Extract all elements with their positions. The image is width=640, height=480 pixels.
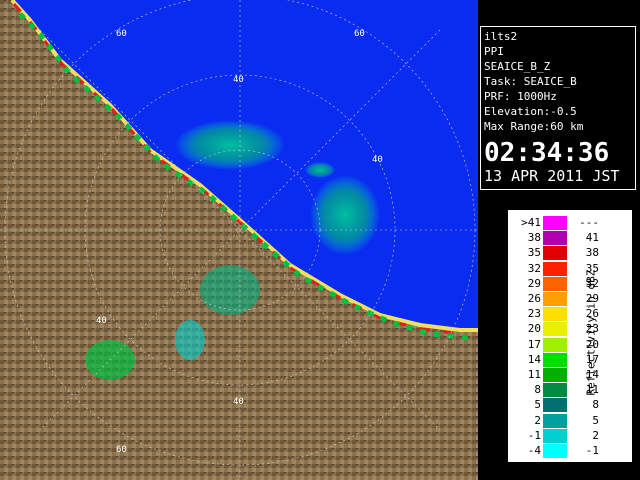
legend-color-swatch [543,231,567,246]
legend-low-value: 11 [527,368,541,381]
legend-color-swatch [543,444,567,458]
legend-high-value: 38 [585,246,599,260]
legend-high-value: 8 [592,398,599,412]
legend-low-value: 32 [527,261,541,275]
legend-high-value: 26 [585,307,599,321]
legend-row: 29 32 [509,276,631,291]
observation-time: 02:34:36 [484,138,610,168]
station-name: ilts2 [484,30,518,43]
task-name: Task: SEAICE_B [484,75,577,88]
elevation-value: Elevation:-0.5 [484,105,577,118]
legend-high-value: -1 [585,444,599,457]
range-label: 60 [116,29,127,39]
legend-row: 17 20 [509,337,631,352]
legend-row: 26 29 [509,291,631,306]
legend-low-value: >41 [521,216,541,229]
legend-row: 32 35 [509,261,631,276]
legend-row: 25 [509,413,631,428]
range-label: 40 [233,397,244,407]
legend-row: -1 2 [509,428,631,443]
legend-row: 11 14 [509,367,631,382]
legend-low-value: 2 [534,413,541,427]
legend-low-value: 14 [527,352,541,366]
radar-ppi-map: 60 60 40 40 40 40 60 [0,0,478,480]
legend-high-value: 17 [585,352,599,366]
range-label: 40 [96,316,107,326]
legend-color-swatch [543,368,567,382]
legend-high-value: --- [579,216,599,229]
sea-echo-2 [310,175,380,255]
legend-row: 23 26 [509,306,631,322]
legend-row: 20 23 [509,321,631,337]
legend-high-value: 23 [585,322,599,336]
legend-color-swatch [543,428,567,443]
range-label: 60 [116,445,127,455]
legend-high-value: 41 [585,231,599,245]
legend-row: 8 11 [509,382,631,398]
max-range-value: Max Range:60 km [484,120,584,133]
land-echo-3 [175,320,205,360]
product-name: SEAICE_B_Z [484,60,551,73]
legend-high-value: 5 [592,413,599,427]
legend-low-value: 26 [527,292,541,305]
legend-high-value: 2 [592,428,599,442]
range-label: 40 [233,75,244,85]
legend-high-value: 29 [585,292,599,305]
legend-color-swatch [543,261,567,276]
legend-high-value: 20 [585,337,599,351]
legend-color-swatch [543,413,567,428]
observation-date: 13 APR 2011 JST [484,167,620,185]
legend-low-value: 17 [527,337,541,351]
legend-color-swatch [543,398,567,413]
legend-low-value: 29 [527,276,541,290]
legend-high-value: 32 [585,276,599,290]
legend-low-value: -1 [527,428,541,442]
legend-low-value: 20 [527,322,541,336]
legend-low-value: 23 [527,307,541,321]
legend-row: >41 --- [509,215,631,230]
legend-color-swatch [543,276,567,291]
legend-color-swatch [543,337,567,352]
sea-echo-1 [175,120,285,170]
legend-color-swatch [543,246,567,261]
legend-low-value: 35 [527,246,541,260]
legend-row: 14 17 [509,352,631,367]
sea-echo-3 [305,162,335,178]
legend-color-swatch [543,307,567,322]
reflectivity-legend: Reflectivity in dBZ >41 --- 38 41 35 38 32 35 29… [508,210,632,462]
radar-info-panel: ilts2 PPI SEAICE_B_Z Task: SEAICE_B PRF:… [480,26,636,190]
scan-mode: PPI [484,45,504,58]
legend-color-swatch [543,216,567,230]
legend-color-swatch [543,292,567,306]
range-label: 40 [372,155,383,165]
legend-low-value: 8 [534,383,541,397]
legend-high-value: 11 [585,383,599,397]
legend-high-value: 35 [585,261,599,275]
legend-low-value: -4 [527,444,541,457]
prf-value: PRF: 1000Hz [484,90,557,103]
legend-row: 58 [509,397,631,413]
legend-high-value: 14 [585,368,599,381]
legend-low-value: 5 [534,398,541,412]
legend-color-swatch [543,352,567,367]
legend-color-swatch [543,383,567,398]
range-label: 60 [354,29,365,39]
legend-row: 35 38 [509,245,631,261]
legend-low-value: 38 [527,231,541,245]
legend-color-swatch [543,322,567,337]
legend-row: -4 -1 [509,443,631,458]
legend-row: 38 41 [509,230,631,246]
land-echo-2 [200,265,260,315]
